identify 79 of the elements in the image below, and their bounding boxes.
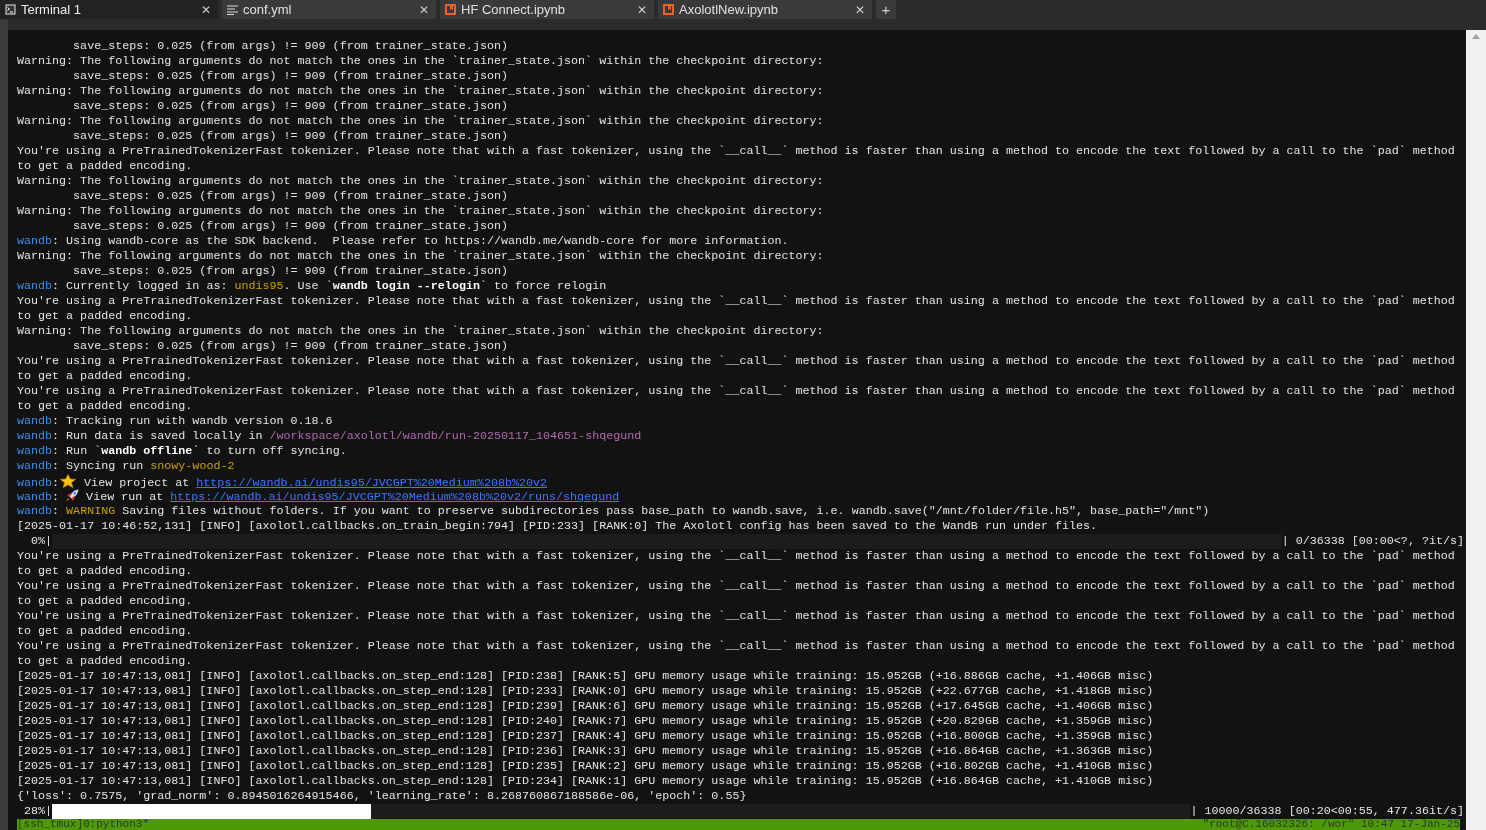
- tab[interactable]: AxolotlNew.ipynb ✕: [658, 0, 872, 19]
- status-text: "root@C.16032326: /wor" 10:47 17-Jan-25: [1202, 819, 1460, 830]
- tab-label: HF Connect.ipynb: [461, 0, 567, 19]
- terminal-line: [2025-01-17 10:47:13,081] [INFO] [axolotl.callbacks.on_step_end:128] [PID:240] [RANK:7] GPU memory usage while training: 15.952GB (+20.829GB cache, +1.359GB misc): [17, 714, 1155, 729]
- tab-label: Terminal 1: [21, 0, 82, 19]
- terminal-line: Warning: The following arguments do not match the ones in the `trainer_state.json` within the checkpoint directory:: [17, 84, 825, 99]
- terminal-line: [2025-01-17 10:47:13,081] [INFO] [axolotl.callbacks.on_step_end:128] [PID:234] [RANK:1] GPU memory usage while training: 15.952GB (+16.864GB cache, +1.410GB misc): [17, 774, 1155, 789]
- terminal-line: save_steps: 0.025 (from args) != 909 (from trainer_state.json): [72, 189, 509, 204]
- notebook-icon: [445, 4, 456, 15]
- terminal-line: wandb: WARNING Saving files without folders. If you want to preserve subdirectories pass base_path to wandb.save, i.e. wandb.save("/mnt/folder/file.h5", base_path="/mnt"): [17, 504, 1211, 519]
- tab-label: conf.yml: [243, 0, 293, 19]
- terminal-line: wandb: Syncing run snowy-wood-2: [17, 459, 236, 474]
- terminal-line: You're using a PreTrainedTokenizerFast tokenizer. Please note that with a fast tokenizer, using the `__call__` method is faster than using a method to encode the text followed by a call to the `pad` method: [17, 354, 1456, 369]
- terminal-line: wandb: View project at https://wandb.ai/undis95/JVCGPT%20Medium%208b%20v2: [17, 474, 548, 489]
- close-tab-button[interactable]: ✕: [853, 0, 867, 19]
- terminal-line: [2025-01-17 10:47:13,081] [INFO] [axolotl.callbacks.on_step_end:128] [PID:233] [RANK:0] GPU memory usage while training: 15.952GB (+22.677GB cache, +1.418GB misc): [17, 684, 1155, 699]
- terminal-line: wandb: Currently logged in as: undis95. Use `wandb login --relogin` to force relogin: [17, 279, 608, 294]
- terminal-line: {'loss': 0.7575, 'grad_norm': 0.8945016264915466, 'learning_rate': 8.268760867188586e-06, 'epoch': 0.55}: [17, 789, 748, 804]
- terminal-line: wandb: Run `wandb offline` to turn off syncing.: [17, 444, 348, 459]
- terminal-line: save_steps: 0.025 (from args) != 909 (from trainer_state.json): [72, 99, 509, 114]
- terminal-line: to get a padded encoding.: [17, 654, 194, 669]
- progress-percent: 0%|: [30, 534, 53, 549]
- progress-stats: | 0/36338 [00:00<?, ?it/s]: [1281, 534, 1464, 549]
- terminal-line: to get a padded encoding.: [17, 564, 194, 579]
- terminal-line: to get a padded encoding.: [17, 159, 194, 174]
- rocket-icon: [66, 489, 80, 502]
- terminal-line: wandb: Run data is saved locally in /workspace/axolotl/wandb/run-20250117_104651-shqegund: [17, 429, 643, 444]
- status-text: [ssh_tmux]0:python3*: [17, 819, 150, 830]
- terminal-line: [2025-01-17 10:46:52,131] [INFO] [axolotl.callbacks.on_train_begin:794] [PID:233] [RANK:0] The Axolotl config has been saved to the WandB run under files.: [17, 519, 1099, 534]
- terminal-line: to get a padded encoding.: [17, 369, 194, 384]
- terminal-line: Warning: The following arguments do not match the ones in the `trainer_state.json` within the checkpoint directory:: [17, 324, 825, 339]
- terminal-line: [2025-01-17 10:47:13,081] [INFO] [axolotl.callbacks.on_step_end:128] [PID:235] [RANK:2] GPU memory usage while training: 15.952GB (+16.802GB cache, +1.410GB misc): [17, 759, 1155, 774]
- scroll-up-icon[interactable]: [1472, 34, 1480, 39]
- terminal-line: save_steps: 0.025 (from args) != 909 (from trainer_state.json): [72, 39, 509, 54]
- terminal-line: to get a padded encoding.: [17, 399, 194, 414]
- terminal-line: Warning: The following arguments do not match the ones in the `trainer_state.json` within the checkpoint directory:: [17, 249, 825, 264]
- terminal-line: to get a padded encoding.: [17, 624, 194, 639]
- close-tab-button[interactable]: ✕: [417, 0, 431, 19]
- new-tab-button[interactable]: +: [876, 0, 896, 19]
- terminal-line: save_steps: 0.025 (from args) != 909 (from trainer_state.json): [72, 219, 509, 234]
- terminal-line: You're using a PreTrainedTokenizerFast tokenizer. Please note that with a fast tokenizer, using the `__call__` method is faster than using a method to encode the text followed by a call to the `pad` method: [17, 639, 1456, 654]
- terminal-line: Warning: The following arguments do not match the ones in the `trainer_state.json` within the checkpoint directory:: [17, 174, 825, 189]
- terminal-line: save_steps: 0.025 (from args) != 909 (from trainer_state.json): [72, 264, 509, 279]
- terminal-line: to get a padded encoding.: [17, 309, 194, 324]
- terminal-icon: [5, 4, 16, 15]
- terminal-line: wandb: Using wandb-core as the SDK backend. Please refer to https://wandb.me/wandb-core for more information.: [17, 234, 790, 249]
- terminal-line: save_steps: 0.025 (from args) != 909 (from trainer_state.json): [72, 339, 509, 354]
- link[interactable]: https://wandb.ai/undis95/JVCGPT%20Medium%208b%20v2: [196, 476, 547, 490]
- terminal-line: You're using a PreTrainedTokenizerFast tokenizer. Please note that with a fast tokenizer, using the `__call__` method is faster than using a method to encode the text followed by a call to the `pad` method: [17, 144, 1456, 159]
- terminal-line: save_steps: 0.025 (from args) != 909 (from trainer_state.json): [72, 129, 509, 144]
- terminal-line: You're using a PreTrainedTokenizerFast tokenizer. Please note that with a fast tokenizer, using the `__call__` method is faster than using a method to encode the text followed by a call to the `pad` method: [17, 549, 1456, 564]
- progress-stats: | 10000/36338 [00:20<00:55, 477.36it/s]: [1190, 804, 1464, 819]
- terminal-line: Warning: The following arguments do not match the ones in the `trainer_state.json` within the checkpoint directory:: [17, 204, 825, 219]
- notebook-icon: [663, 4, 674, 15]
- terminal-line: [2025-01-17 10:47:13,081] [INFO] [axolotl.callbacks.on_step_end:128] [PID:237] [RANK:4] GPU memory usage while training: 15.952GB (+16.800GB cache, +1.359GB misc): [17, 729, 1155, 744]
- tab[interactable]: conf.yml ✕: [222, 0, 436, 19]
- close-tab-button[interactable]: ✕: [635, 0, 649, 19]
- tab[interactable]: HF Connect.ipynb ✕: [440, 0, 654, 19]
- close-tab-button[interactable]: ✕: [199, 0, 213, 19]
- link[interactable]: https://wandb.ai/undis95/JVCGPT%20Medium%208b%20v2/runs/shqegund: [170, 490, 620, 504]
- terminal-line: [2025-01-17 10:47:13,081] [INFO] [axolotl.callbacks.on_step_end:128] [PID:238] [RANK:5] GPU memory usage while training: 15.952GB (+16.886GB cache, +1.406GB misc): [17, 669, 1155, 684]
- star-icon: [59, 474, 78, 488]
- scrollbar[interactable]: [1466, 30, 1486, 830]
- terminal-line: [2025-01-17 10:47:13,081] [INFO] [axolotl.callbacks.on_step_end:128] [PID:236] [RANK:3] GPU memory usage while training: 15.952GB (+16.864GB cache, +1.363GB misc): [17, 744, 1155, 759]
- terminal-line: You're using a PreTrainedTokenizerFast tokenizer. Please note that with a fast tokenizer, using the `__call__` method is faster than using a method to encode the text followed by a call to the `pad` method: [17, 579, 1456, 594]
- text-lines-icon: [227, 4, 238, 15]
- terminal-line: wandb: Tracking run with wandb version 0.18.6: [17, 414, 334, 429]
- terminal-line: [2025-01-17 10:47:13,081] [INFO] [axolotl.callbacks.on_step_end:128] [PID:239] [RANK:6] GPU memory usage while training: 15.952GB (+17.645GB cache, +1.406GB misc): [17, 699, 1155, 714]
- terminal-line: Warning: The following arguments do not match the ones in the `trainer_state.json` within the checkpoint directory:: [17, 54, 825, 69]
- terminal-line: You're using a PreTrainedTokenizerFast tokenizer. Please note that with a fast tokenizer, using the `__call__` method is faster than using a method to encode the text followed by a call to the `pad` method: [17, 384, 1456, 399]
- terminal-line: You're using a PreTrainedTokenizerFast tokenizer. Please note that with a fast tokenizer, using the `__call__` method is faster than using a method to encode the text followed by a call to the `pad` method: [17, 294, 1456, 309]
- progress-percent: 28%|: [23, 804, 53, 819]
- terminal-line: wandb: View run at https://wandb.ai/undis95/JVCGPT%20Medium%208b%20v2/runs/shqegund: [17, 489, 621, 504]
- terminal-line: Warning: The following arguments do not match the ones in the `trainer_state.json` within the checkpoint directory:: [17, 114, 825, 129]
- tab[interactable]: Terminal 1 ✕: [0, 0, 218, 19]
- terminal-line: save_steps: 0.025 (from args) != 909 (from trainer_state.json): [72, 69, 509, 84]
- terminal-line: to get a padded encoding.: [17, 594, 194, 609]
- tab-label: AxolotlNew.ipynb: [679, 0, 779, 19]
- terminal-line: You're using a PreTrainedTokenizerFast tokenizer. Please note that with a fast tokenizer, using the `__call__` method is faster than using a method to encode the text followed by a call to the `pad` method: [17, 609, 1456, 624]
